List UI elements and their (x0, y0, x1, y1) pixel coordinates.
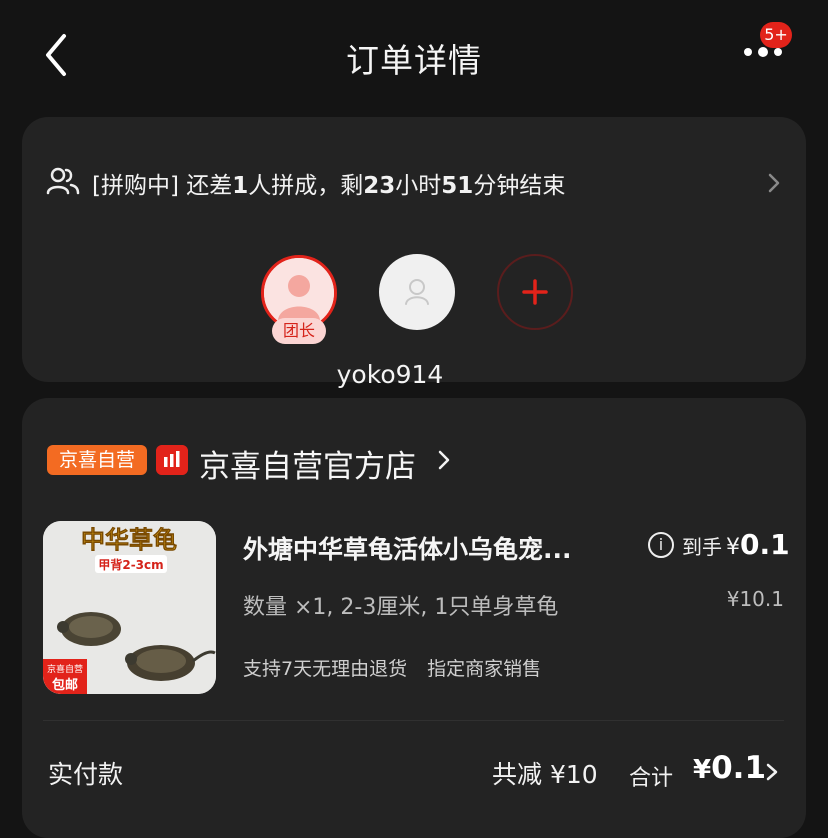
product-image[interactable]: 中华草龟 甲背2-3cm 京喜自营 包邮 (43, 521, 216, 694)
chevron-right-icon[interactable] (436, 449, 452, 471)
service-tag: 指定商家销售 (427, 658, 542, 680)
service-tag: 支持7天无理由退货 (243, 658, 408, 680)
price-currency: ¥ (726, 535, 740, 560)
more-dots-icon[interactable] (744, 47, 782, 57)
price-value: 0.1 (740, 528, 790, 561)
invite-member-button[interactable] (497, 254, 573, 330)
discount-text: 共减 ¥10 (492, 760, 598, 789)
notification-badge: 5+ (760, 22, 792, 48)
store-tag: 京喜自营 (47, 445, 147, 475)
paid-label: 实付款 (48, 760, 124, 789)
store-logo-icon (156, 445, 188, 475)
group-status-text: [拼购中] 还差1人拼成，剩23小时51分钟结束 (92, 173, 566, 199)
total-amount[interactable]: ¥0.1 (693, 750, 766, 786)
image-caption: 中华草龟 (81, 526, 177, 554)
info-icon[interactable]: i (648, 531, 674, 558)
turtle-product-photo: 中华草龟 甲背2-3cm 京喜自营 包邮 (43, 521, 216, 694)
chevron-right-icon[interactable] (764, 172, 784, 194)
empty-member-avatar (379, 254, 455, 330)
divider (43, 720, 784, 721)
plus-icon (522, 279, 548, 305)
user-placeholder-icon (405, 279, 429, 305)
svg-text:包邮: 包邮 (52, 677, 78, 693)
original-price: ¥10.1 (726, 587, 784, 611)
total-label: 合计 (629, 766, 674, 791)
final-price: i 到手 ¥ 0.1 (648, 528, 790, 561)
product-spec: 数量 ×1, 2-3厘米, 1只单身草龟 (243, 595, 559, 620)
group-users-icon (46, 167, 80, 195)
group-buy-card[interactable] (22, 117, 806, 382)
price-label: 到手 (682, 535, 722, 559)
svg-text:京喜自营: 京喜自营 (47, 663, 83, 675)
leader-tag: 团长 (272, 318, 326, 344)
leader-name: yoko914 (336, 360, 444, 389)
page-title: 订单详情 (346, 41, 482, 80)
image-subcaption: 甲背2-3cm (98, 557, 163, 572)
chevron-right-icon[interactable] (765, 762, 779, 782)
product-title[interactable]: 外塘中华草龟活体小乌龟宠... (243, 530, 572, 566)
store-name-link[interactable]: 京喜自营官方店 (199, 441, 416, 486)
service-tags: 支持7天无理由退货 指定商家销售 (243, 654, 561, 681)
